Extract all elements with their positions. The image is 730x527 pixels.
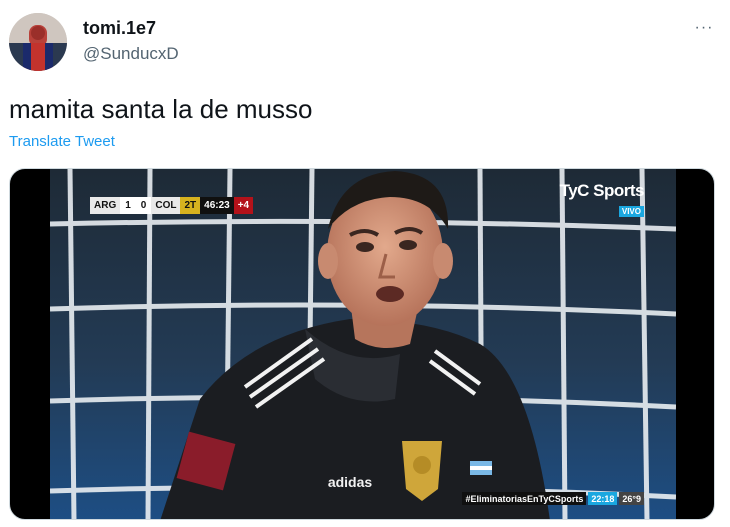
broadcaster-name: TyC Sports (559, 181, 645, 200)
match-scoreboard: ARG 1 0 COL 2T 46:23 +4 (90, 197, 254, 214)
match-clock: 46:23 (200, 197, 234, 214)
away-team-label: COL (151, 197, 181, 214)
goalkeeper-photo: adidas (50, 169, 676, 519)
more-options-icon[interactable]: ··· (694, 18, 714, 38)
away-score: 0 (135, 197, 152, 214)
broadcaster-logo: TyC Sports VIVO (559, 181, 645, 219)
added-time: +4 (233, 197, 254, 214)
author-display-name[interactable]: tomi.1e7 (83, 18, 156, 39)
jersey-brand-text: adidas (328, 474, 373, 490)
avatar[interactable] (9, 13, 67, 71)
home-score: 1 (120, 197, 136, 214)
broadcast-ticker: #EliminatoriasEnTyCSports 22:18 26°9 (462, 492, 644, 505)
match-period: 2T (180, 197, 201, 214)
ticker-temperature: 26°9 (619, 492, 644, 505)
home-team-label: ARG (90, 197, 121, 214)
tweet-text: mamita santa la de musso (9, 94, 313, 124)
translate-tweet-link[interactable]: Translate Tweet (9, 133, 115, 150)
tweet-media-image[interactable]: adidas ARG 1 0 COL 2T 46:23 +4 TyC Sport… (9, 168, 715, 520)
live-badge: VIVO (618, 206, 644, 217)
author-handle[interactable]: @SunducxD (83, 44, 179, 64)
ticker-hashtag: #EliminatoriasEnTyCSports (462, 492, 587, 505)
ticker-time: 22:18 (588, 492, 618, 505)
avatar-image (9, 13, 67, 71)
